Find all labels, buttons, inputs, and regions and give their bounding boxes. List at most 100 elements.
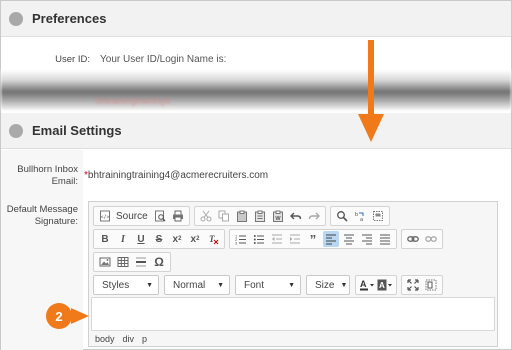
paste-icon[interactable]: [234, 208, 250, 224]
element-path-bar: body div p: [95, 334, 147, 344]
svg-text:T: T: [209, 234, 215, 244]
toolbar-group-basic-styles: B I U S x2 x2 T: [93, 229, 225, 249]
svg-text:a: a: [360, 217, 364, 222]
redo-icon[interactable]: [306, 208, 322, 224]
signature-label-line1: Default Message: [6, 204, 78, 215]
cut-icon[interactable]: [198, 208, 214, 224]
inbox-email-label-line1: Bullhorn Inbox: [17, 164, 78, 175]
font-dropdown[interactable]: Font ▼: [235, 275, 301, 295]
callout-pointer-icon: [71, 308, 89, 324]
paste-text-icon[interactable]: [252, 208, 268, 224]
format-dropdown-label: Normal: [173, 279, 206, 291]
toolbar-group-find: ba: [329, 206, 390, 226]
collapse-dot-icon[interactable]: [9, 123, 23, 138]
strikethrough-button[interactable]: S: [151, 231, 167, 247]
toolbar-group-colors: A A: [355, 275, 397, 295]
path-item-p[interactable]: p: [142, 334, 147, 344]
toolbar-group-paragraph: 123 ”: [229, 229, 397, 249]
paste-word-icon[interactable]: W: [270, 208, 286, 224]
format-dropdown[interactable]: Normal ▼: [164, 275, 230, 295]
faded-user-id: bhtrainingtraining4: [96, 96, 171, 106]
toolbar-group-insert: Ω: [93, 252, 171, 272]
align-right-icon[interactable]: [359, 231, 375, 247]
align-justify-icon[interactable]: [377, 231, 393, 247]
svg-text:A: A: [360, 279, 367, 289]
chevron-down-icon: ▼: [288, 281, 295, 289]
size-dropdown[interactable]: Size ▼: [306, 275, 350, 295]
remove-format-icon[interactable]: T: [205, 231, 221, 247]
collapse-dot-icon[interactable]: [9, 11, 23, 26]
chevron-down-icon: ▼: [217, 281, 224, 289]
user-id-value: Your User ID/Login Name is:: [100, 54, 227, 65]
copy-icon[interactable]: [216, 208, 232, 224]
horizontal-rule-icon[interactable]: [133, 254, 149, 270]
link-icon[interactable]: [405, 231, 421, 247]
toolbar-group-links: [401, 229, 443, 249]
preferences-title: Preferences: [32, 11, 107, 26]
maximize-icon[interactable]: [405, 277, 421, 293]
bulleted-list-icon[interactable]: [251, 231, 267, 247]
svg-text:b: b: [355, 212, 358, 218]
undo-icon[interactable]: [288, 208, 304, 224]
email-settings-title: Email Settings: [32, 123, 122, 138]
background-color-icon[interactable]: A: [377, 277, 393, 293]
align-left-icon[interactable]: [323, 231, 339, 247]
align-center-icon[interactable]: [341, 231, 357, 247]
size-dropdown-label: Size: [315, 279, 335, 291]
user-id-label: User ID:: [55, 54, 90, 65]
source-icon[interactable]: </>: [97, 208, 113, 224]
image-icon[interactable]: [97, 254, 113, 270]
select-all-icon[interactable]: [370, 208, 386, 224]
find-icon[interactable]: [334, 208, 350, 224]
toolbar-group-document: </> Source: [93, 206, 190, 226]
inbox-email-value: *bhtrainingtraining4@acmerecruiters.com: [84, 170, 268, 181]
numbered-list-icon[interactable]: 123: [233, 231, 249, 247]
replace-icon[interactable]: ba: [352, 208, 368, 224]
toolbar-group-tools: [401, 275, 443, 295]
inbox-email-address: bhtrainingtraining4@acmerecruiters.com: [87, 170, 269, 181]
signature-label: Default Message Signature:: [4, 204, 78, 228]
path-item-div[interactable]: div: [123, 334, 135, 344]
blockquote-icon[interactable]: ”: [305, 231, 321, 247]
superscript-button[interactable]: x2: [187, 231, 203, 247]
svg-text:W: W: [275, 216, 281, 222]
inbox-email-label: Bullhorn Inbox Email:: [6, 164, 78, 188]
toolbar-row-3: Ω: [93, 252, 175, 272]
path-item-body[interactable]: body: [95, 334, 115, 344]
print-icon[interactable]: [170, 208, 186, 224]
toolbar-group-clipboard: W: [193, 206, 326, 226]
svg-text:</>: </>: [100, 215, 109, 221]
toolbar-row-4: Styles ▼ Normal ▼ Font ▼ Size ▼ A A: [93, 275, 447, 295]
toolbar-row-1: </> Source W b a: [93, 206, 394, 226]
callout-badge: 2: [46, 303, 72, 329]
email-settings-section-header[interactable]: Email Settings: [1, 113, 511, 149]
show-blocks-icon[interactable]: [423, 277, 439, 293]
inbox-email-label-line2: Email:: [51, 176, 78, 187]
underline-button[interactable]: U: [133, 231, 149, 247]
subscript-button[interactable]: x2: [169, 231, 185, 247]
font-dropdown-label: Font: [244, 279, 265, 291]
svg-text:3: 3: [235, 241, 238, 246]
chevron-down-icon: ▼: [146, 281, 153, 289]
text-color-icon[interactable]: A: [359, 277, 375, 293]
signature-edit-area[interactable]: [91, 297, 495, 331]
source-button[interactable]: Source: [116, 211, 148, 222]
indent-icon[interactable]: [287, 231, 303, 247]
svg-text:A: A: [379, 281, 385, 290]
signature-editor: </> Source W b a B I U S x 2 x 2 T 1 2 3…: [88, 201, 498, 347]
outdent-icon[interactable]: [269, 231, 285, 247]
preferences-section-header[interactable]: Preferences: [1, 1, 511, 37]
unlink-icon[interactable]: [423, 231, 439, 247]
down-arrow-annotation: [358, 40, 384, 142]
preview-icon[interactable]: [152, 208, 168, 224]
table-icon[interactable]: [115, 254, 131, 270]
styles-dropdown[interactable]: Styles ▼: [93, 275, 159, 295]
italic-button[interactable]: I: [115, 231, 131, 247]
styles-dropdown-label: Styles: [102, 279, 130, 291]
special-char-icon[interactable]: Ω: [151, 254, 167, 270]
signature-label-line2: Signature:: [34, 216, 78, 227]
chevron-down-icon: ▼: [340, 281, 348, 289]
toolbar-row-2: B I U S x2 x2 T 123 ”: [93, 229, 447, 249]
bold-button[interactable]: B: [97, 231, 113, 247]
screenshot-fade-band: [1, 70, 511, 110]
